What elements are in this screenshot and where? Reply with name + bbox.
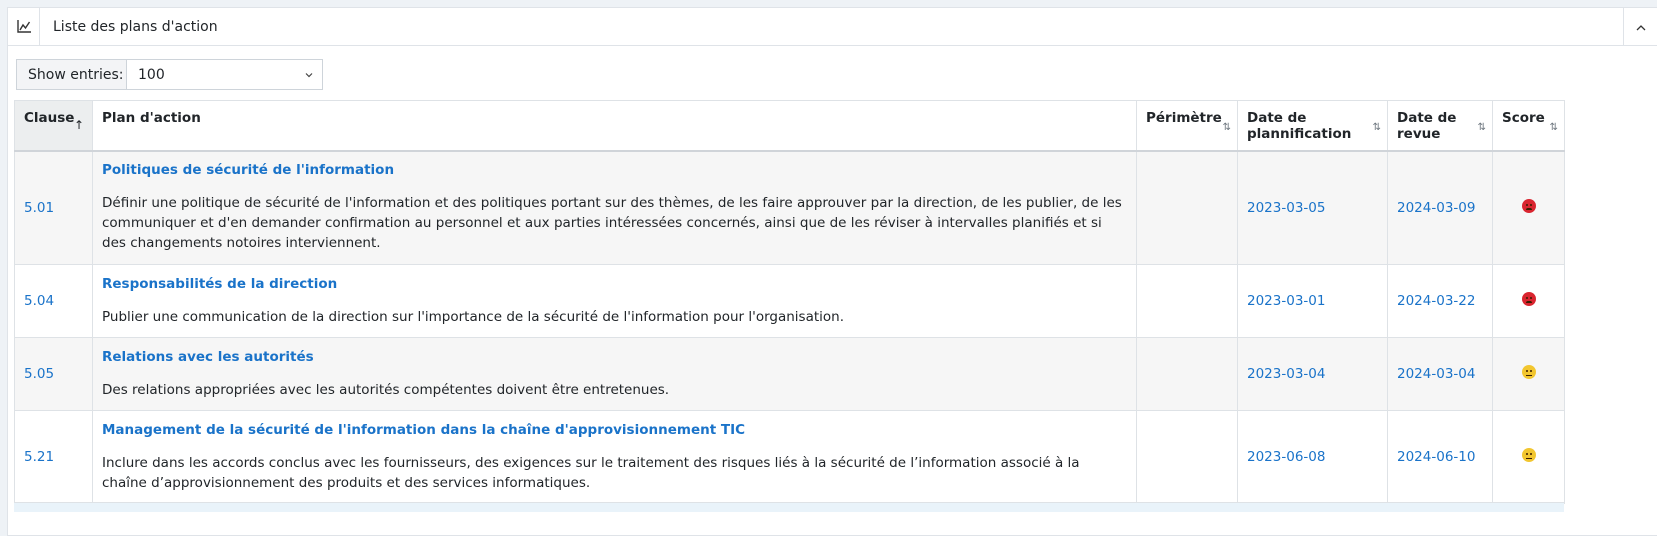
column-header-perimetre[interactable]: Périmètre ⇅ xyxy=(1136,100,1238,152)
date-plan-cell: 2023-06-08 xyxy=(1237,410,1388,504)
clause-cell: 5.21 xyxy=(14,410,93,504)
angry-face-icon xyxy=(1521,292,1536,306)
show-entries-control: Show entries: 100 xyxy=(16,59,323,90)
clause-cell: 5.05 xyxy=(14,337,93,411)
column-label-plan: Plan d'action xyxy=(102,110,201,126)
show-entries-value: 100 xyxy=(138,66,165,83)
column-label-score: Score xyxy=(1502,110,1545,126)
action-plans-table: Clause ↑ Plan d'action Périmètre ⇅ Date … xyxy=(14,100,1565,504)
clause-cell: 5.01 xyxy=(14,150,93,265)
sort-ascending-icon: ↑ xyxy=(73,118,84,132)
date-plan-cell: 2023-03-05 xyxy=(1237,150,1388,265)
date-revue-link[interactable]: 2024-03-09 xyxy=(1397,200,1475,216)
plan-title-link[interactable]: Politiques de sécurité de l'information xyxy=(102,162,1127,178)
plan-cell: Responsabilités de la direction Publier … xyxy=(92,264,1137,338)
plan-cell: Relations avec les autorités Des relatio… xyxy=(92,337,1137,411)
date-revue-link[interactable]: 2024-06-10 xyxy=(1397,449,1475,465)
column-label-perimetre: Périmètre xyxy=(1146,110,1222,126)
column-header-clause[interactable]: Clause ↑ xyxy=(14,100,93,152)
date-revue-cell: 2024-06-10 xyxy=(1387,410,1493,504)
date-plan-link[interactable]: 2023-03-05 xyxy=(1247,200,1325,216)
plan-description: Définir une politique de sécurité de l'i… xyxy=(102,195,1122,252)
date-revue-cell: 2024-03-04 xyxy=(1387,337,1493,411)
plan-title-link[interactable]: Relations avec les autorités xyxy=(102,349,1127,365)
perimetre-cell xyxy=(1136,337,1238,411)
plan-title-link[interactable]: Management de la sécurité de l'informati… xyxy=(102,422,1127,438)
clause-link[interactable]: 5.21 xyxy=(24,449,54,465)
sort-icon: ⇅ xyxy=(1222,122,1231,133)
date-revue-link[interactable]: 2024-03-04 xyxy=(1397,366,1475,382)
show-entries-label: Show entries: xyxy=(17,60,127,89)
perimetre-cell xyxy=(1136,410,1238,504)
column-header-date-revue[interactable]: Date de revue ⇅ xyxy=(1387,100,1493,152)
sort-icon: ⇅ xyxy=(1549,122,1558,133)
column-header-plan[interactable]: Plan d'action xyxy=(92,100,1137,152)
clause-link[interactable]: 5.05 xyxy=(24,366,54,382)
plan-description: Inclure dans les accords conclus avec le… xyxy=(102,454,1080,491)
clause-cell: 5.04 xyxy=(14,264,93,338)
table-header-row: Clause ↑ Plan d'action Périmètre ⇅ Date … xyxy=(14,100,1565,152)
next-row-partial xyxy=(14,502,1564,512)
column-label-date-plan-line2: plannification xyxy=(1247,126,1352,142)
neutral-face-icon xyxy=(1521,448,1536,462)
chevron-down-icon xyxy=(305,68,313,81)
table-row: 5.21 Management de la sécurité de l'info… xyxy=(14,410,1565,504)
date-plan-cell: 2023-03-04 xyxy=(1237,337,1388,411)
date-plan-link[interactable]: 2023-03-01 xyxy=(1247,293,1325,309)
column-label-clause: Clause xyxy=(24,110,75,126)
column-header-date-plannification[interactable]: Date de plannification ⇅ xyxy=(1237,100,1388,152)
plan-cell: Management de la sécurité de l'informati… xyxy=(92,410,1137,504)
score-cell xyxy=(1492,410,1565,504)
chevron-up-icon[interactable] xyxy=(1623,8,1657,46)
panel-header: Liste des plans d'action xyxy=(8,8,1657,46)
table-row: 5.04 Responsabilités de la direction Pub… xyxy=(14,264,1565,338)
show-entries-select[interactable]: 100 xyxy=(127,60,322,89)
column-label-date-revue-line1: Date de xyxy=(1397,110,1457,126)
sort-icon: ⇅ xyxy=(1372,122,1381,133)
action-plans-panel: Liste des plans d'action Show entries: 1… xyxy=(7,7,1657,536)
sort-icon: ⇅ xyxy=(1477,122,1486,133)
column-label-date-revue-line2: revue xyxy=(1397,126,1441,142)
date-revue-cell: 2024-03-09 xyxy=(1387,150,1493,265)
angry-face-icon xyxy=(1521,198,1536,213)
plan-title-link[interactable]: Responsabilités de la direction xyxy=(102,276,1127,292)
score-cell xyxy=(1492,337,1565,411)
column-label-date-plan-line1: Date de xyxy=(1247,110,1307,126)
date-plan-cell: 2023-03-01 xyxy=(1237,264,1388,338)
perimetre-cell xyxy=(1136,264,1238,338)
score-cell xyxy=(1492,150,1565,265)
date-revue-link[interactable]: 2024-03-22 xyxy=(1397,293,1475,309)
table-row: 5.01 Politiques de sécurité de l'informa… xyxy=(14,150,1565,265)
plan-description: Des relations appropriées avec les autor… xyxy=(102,381,670,398)
plan-description: Publier une communication de la directio… xyxy=(102,308,845,325)
clause-link[interactable]: 5.04 xyxy=(24,293,54,309)
clause-link[interactable]: 5.01 xyxy=(24,200,54,216)
perimetre-cell xyxy=(1136,150,1238,265)
table-row: 5.05 Relations avec les autorités Des re… xyxy=(14,337,1565,411)
neutral-face-icon xyxy=(1521,365,1536,379)
date-plan-link[interactable]: 2023-03-04 xyxy=(1247,366,1325,382)
line-chart-icon xyxy=(8,8,40,46)
plan-cell: Politiques de sécurité de l'information … xyxy=(92,150,1137,265)
column-header-score[interactable]: Score ⇅ xyxy=(1492,100,1565,152)
date-plan-link[interactable]: 2023-06-08 xyxy=(1247,449,1325,465)
panel-title: Liste des plans d'action xyxy=(53,18,218,35)
score-cell xyxy=(1492,264,1565,338)
date-revue-cell: 2024-03-22 xyxy=(1387,264,1493,338)
